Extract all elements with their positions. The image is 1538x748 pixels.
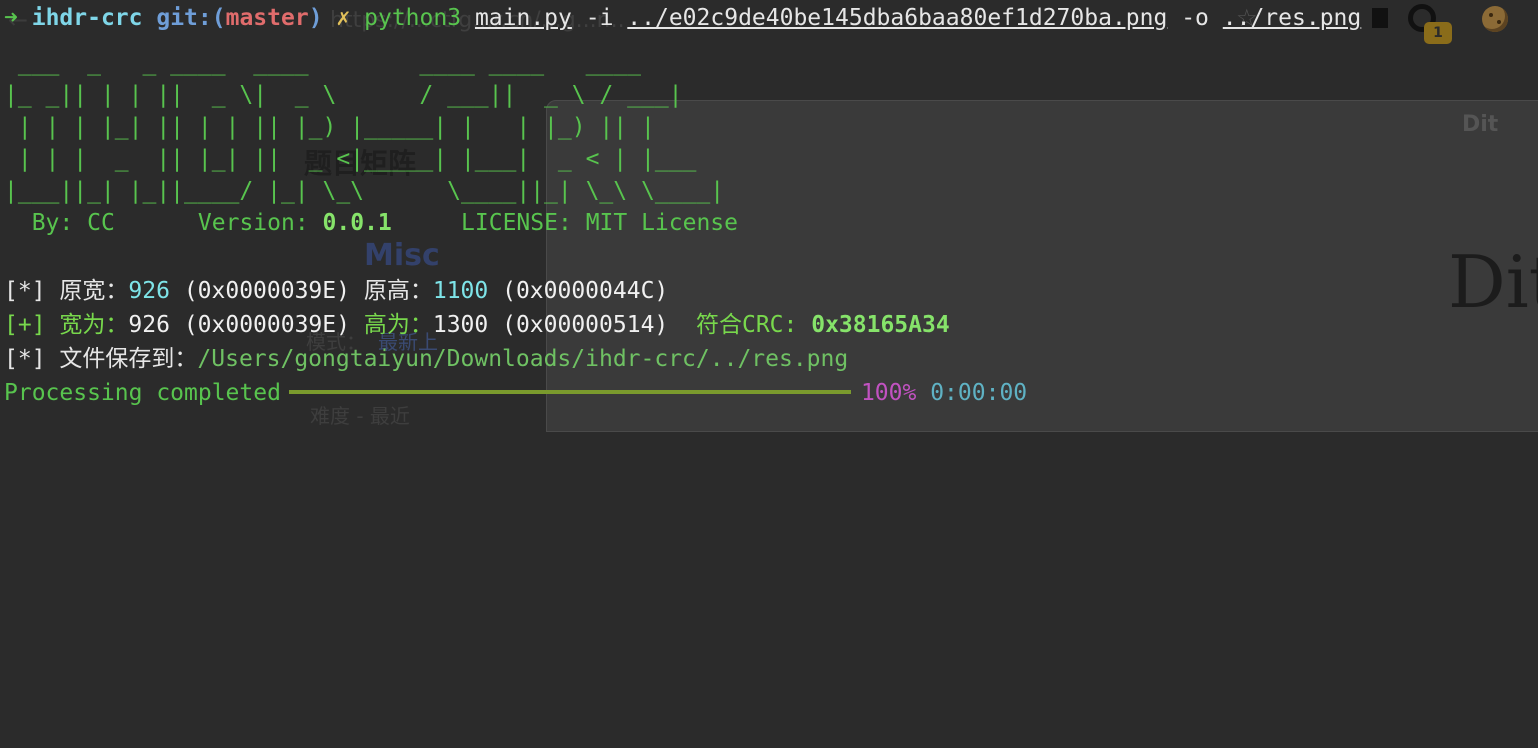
- progress-bar: [288, 389, 851, 394]
- command-name: python3: [364, 5, 462, 31]
- author: CC: [87, 210, 115, 236]
- command-flag-input: -i: [585, 5, 614, 31]
- git-branch: master: [225, 5, 309, 31]
- progress-line: Processing completed 100% 0:00:00: [4, 376, 1027, 410]
- command-script: main.py: [474, 5, 572, 31]
- command-flag-output: -o: [1181, 5, 1209, 31]
- output-line-original: [*] 原宽：926 (0x0000039E) 原高：1100 (0x00000…: [4, 274, 668, 308]
- crc-value: 0x38165A34: [811, 312, 950, 338]
- success-marker: [+]: [4, 312, 46, 338]
- progress-percent: 100%: [860, 380, 917, 406]
- new-width-dec: 926: [128, 312, 170, 338]
- new-width-hex: (0x0000039E): [183, 312, 350, 338]
- info-marker: [*]: [4, 278, 46, 304]
- new-height-label: 高为：: [363, 312, 433, 338]
- save-path: /Users/gongtaiyun/Downloads/ihdr-crc/../…: [197, 346, 849, 372]
- output-line-result: [+] 宽为：926 (0x0000039E) 高为：1300 (0x00000…: [4, 308, 950, 342]
- orig-width-label: 原宽：: [59, 278, 129, 304]
- orig-width-dec: 926: [128, 278, 170, 304]
- progress-bar-fill: [288, 389, 851, 394]
- git-dirty-mark: ✗: [336, 5, 351, 31]
- crc-label: 符合CRC:: [695, 312, 798, 338]
- banner-info-line: By: CC Version: 0.0.1 LICENSE: MIT Licen…: [4, 206, 738, 240]
- command-line: ➜ ihdr-crc git:(master) ✗ python3 main.p…: [4, 1, 1361, 35]
- prompt-directory: ihdr-crc: [31, 5, 143, 31]
- orig-height-dec: 1100: [432, 278, 489, 304]
- orig-height-hex: (0x0000044C): [502, 278, 669, 304]
- orig-height-label: 原高：: [363, 278, 433, 304]
- info-marker: [*]: [4, 346, 46, 372]
- new-height-dec: 1300: [432, 312, 489, 338]
- version-label: Version:: [197, 210, 309, 236]
- command-output-path: ../res.png: [1222, 5, 1362, 31]
- git-prefix: git:(: [156, 5, 226, 31]
- new-width-label: 宽为：: [59, 312, 129, 338]
- new-height-hex: (0x00000514): [502, 312, 669, 338]
- orig-width-hex: (0x0000039E): [183, 278, 350, 304]
- git-suffix: ): [308, 5, 323, 31]
- save-label: 文件保存到：: [59, 346, 198, 372]
- license-value: MIT License: [585, 210, 739, 236]
- ascii-banner: ___ _ _ ____ ____ ____ ____ ____ |_ _|| …: [4, 50, 725, 204]
- prompt-arrow: ➜: [4, 5, 18, 31]
- progress-elapsed: 0:00:00: [930, 380, 1028, 406]
- terminal[interactable]: ➜ ihdr-crc git:(master) ✗ python3 main.p…: [0, 0, 1538, 412]
- output-line-saved: [*] 文件保存到：/Users/gongtaiyun/Downloads/ih…: [4, 342, 848, 376]
- by-label: By:: [31, 210, 74, 236]
- version-value: 0.0.1: [322, 210, 392, 236]
- progress-label: Processing completed: [4, 380, 281, 406]
- license-label: LICENSE:: [461, 210, 572, 236]
- command-input-path: ../e02c9de40be145dba6baa80ef1d270ba.png: [627, 5, 1168, 31]
